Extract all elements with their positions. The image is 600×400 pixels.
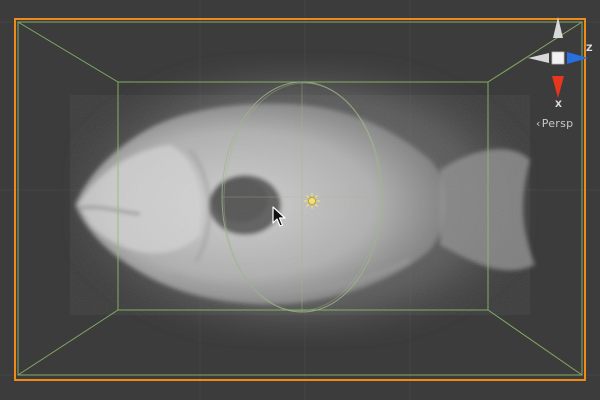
scene-viewport[interactable]: Z X ‹ Persp (0, 0, 600, 400)
cursor-arrow-icon (272, 206, 286, 227)
gizmo-x-cone (552, 76, 564, 98)
gizmo-y-cone (553, 17, 563, 38)
scene-canvas[interactable] (0, 0, 600, 400)
gizmo-x-label: X (555, 100, 562, 110)
gizmo-center-cube (551, 51, 565, 65)
chevron-left-icon: ‹ (536, 117, 541, 130)
orientation-gizmo-icon[interactable]: Z X (522, 14, 594, 114)
gizmo-z-cone (567, 52, 588, 64)
directional-light-icon[interactable] (304, 193, 320, 209)
gizmo-z-label: Z (586, 44, 593, 54)
perspective-toggle[interactable]: ‹ Persp (536, 117, 573, 130)
gizmo-neg-x-cone (528, 53, 549, 63)
view-mode-label: Persp (541, 117, 574, 130)
